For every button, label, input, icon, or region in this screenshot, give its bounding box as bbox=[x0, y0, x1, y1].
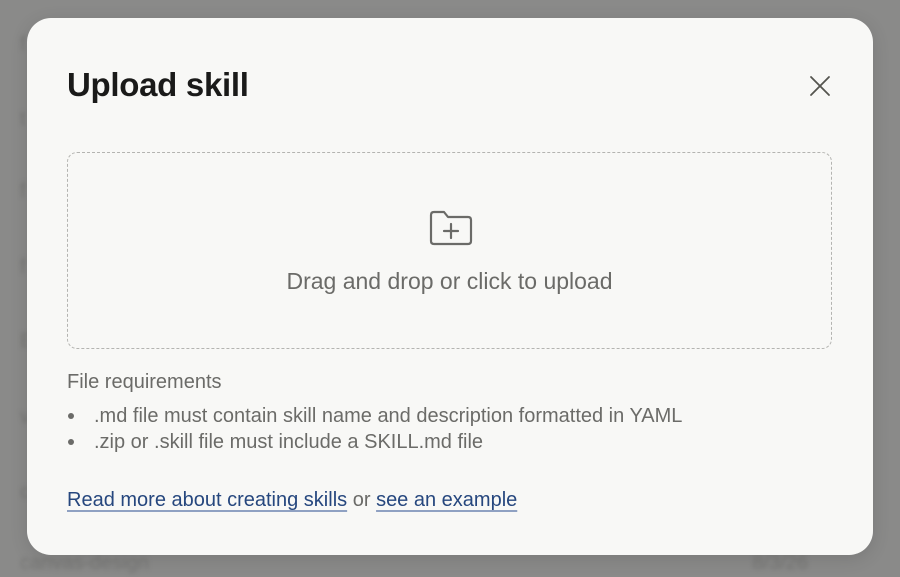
upload-dropzone[interactable]: Drag and drop or click to upload bbox=[67, 152, 832, 349]
bullet-icon bbox=[68, 439, 74, 445]
requirement-text: .md file must contain skill name and des… bbox=[94, 405, 683, 427]
help-links: Read more about creating skills or see a… bbox=[67, 489, 517, 512]
close-icon bbox=[810, 76, 830, 96]
requirements-heading: File requirements bbox=[67, 371, 222, 393]
background-date: 8/3/26 bbox=[752, 552, 808, 574]
example-link[interactable]: see an example bbox=[376, 489, 517, 511]
requirement-text: .zip or .skill file must include a SKILL… bbox=[94, 431, 484, 453]
background-list-item: f bbox=[20, 256, 26, 278]
link-connector: or bbox=[352, 489, 371, 511]
background-list-item: canvas-design bbox=[20, 552, 149, 574]
close-button[interactable] bbox=[805, 71, 835, 101]
upload-skill-dialog: Upload skill Drag and drop or click to u… bbox=[27, 18, 873, 555]
background-list-item: f bbox=[20, 180, 26, 202]
background-list-item: t bbox=[20, 108, 26, 130]
requirement-item: .md file must contain skill name and des… bbox=[67, 403, 682, 429]
requirement-item: .zip or .skill file must include a SKILL… bbox=[67, 429, 682, 455]
dropzone-label: Drag and drop or click to upload bbox=[286, 268, 613, 294]
background-list-item: f bbox=[20, 33, 26, 55]
dialog-title: Upload skill bbox=[67, 66, 249, 103]
creating-skills-link[interactable]: Read more about creating skills bbox=[67, 489, 347, 511]
folder-plus-icon bbox=[429, 210, 473, 246]
requirements-list: .md file must contain skill name and des… bbox=[67, 403, 682, 455]
bullet-icon bbox=[68, 413, 74, 419]
